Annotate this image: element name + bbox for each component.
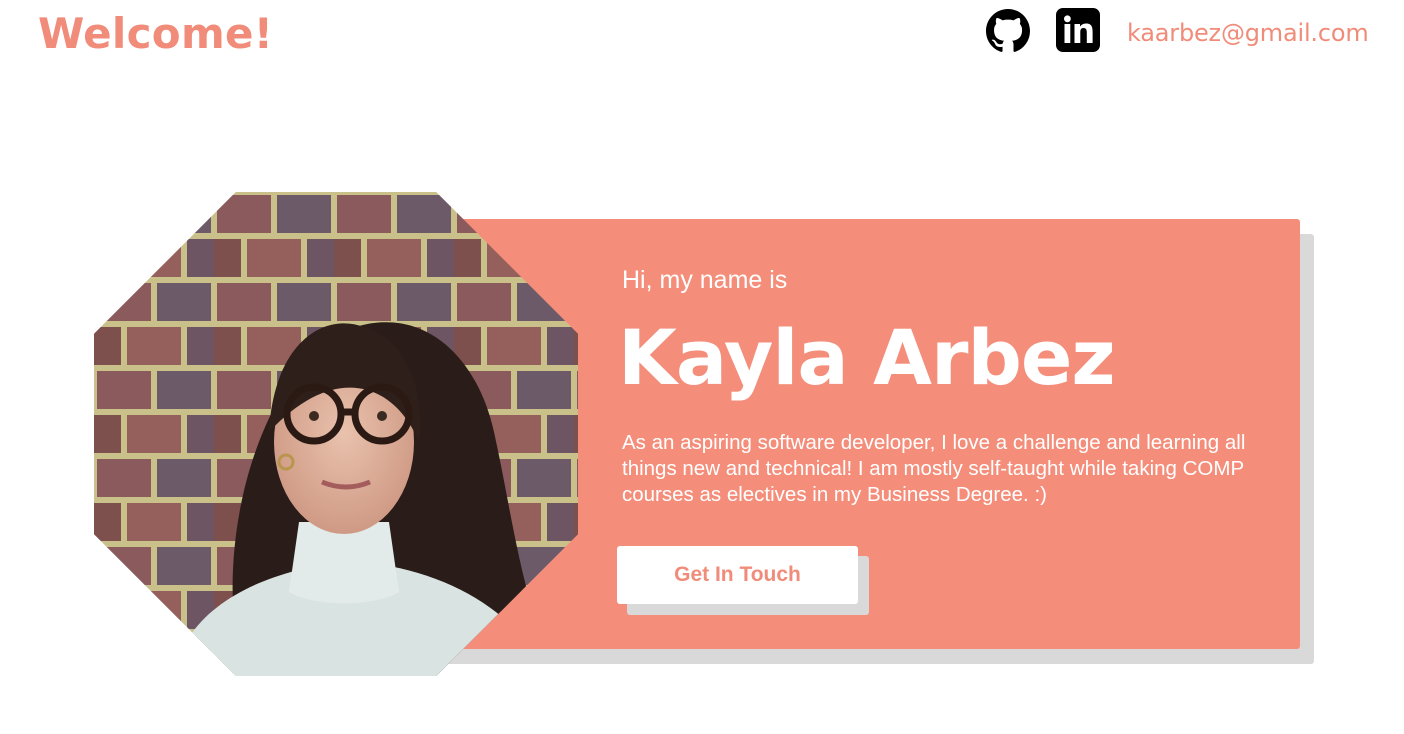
- page-title: Welcome!: [38, 9, 274, 58]
- get-in-touch-button[interactable]: Get In Touch: [617, 546, 858, 604]
- hero-name: Kayla Arbez: [618, 313, 1116, 402]
- profile-photo: [94, 192, 578, 676]
- linkedin-icon[interactable]: [1056, 8, 1100, 52]
- greeting-text: Hi, my name is: [622, 266, 788, 294]
- email-link[interactable]: kaarbez@gmail.com: [1127, 16, 1369, 50]
- hero-bio: As an aspiring software developer, I lov…: [622, 431, 1246, 506]
- github-icon[interactable]: [986, 9, 1030, 53]
- site-header: Welcome! kaarbez@gmail.com: [0, 0, 1404, 80]
